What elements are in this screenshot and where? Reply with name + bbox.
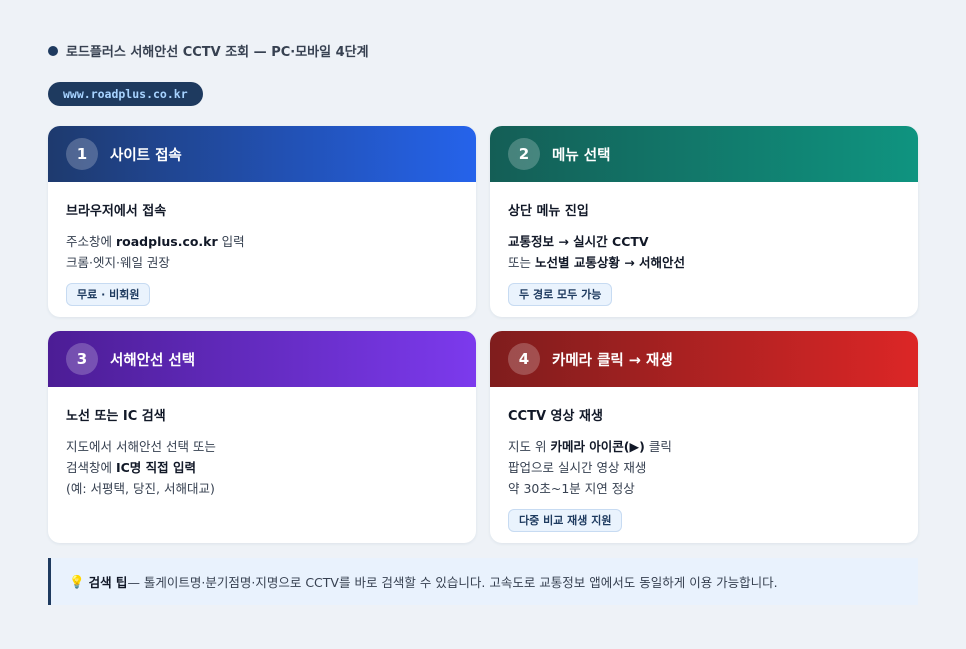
bullet-dot-icon	[48, 45, 58, 56]
step-tag: 무료 · 비회원	[66, 283, 151, 306]
step-subtitle: 상단 메뉴 진입	[508, 204, 589, 219]
step-line: (예: 서평택, 당진, 서해대교)	[66, 481, 215, 496]
tip-text: — 톨게이트명·분기점명·지명으로 CCTV를 바로 검색할 수 있습니다. 고…	[127, 575, 778, 590]
step-subtitle: 브라우저에서 접속	[66, 204, 167, 219]
step-4-header: 4 카메라 클릭 → 재생	[490, 331, 918, 387]
url-text: roadplus.co.kr	[115, 234, 218, 249]
step-line: 크롬·엣지·웨일 권장	[66, 255, 170, 270]
step-title: 카메라 클릭 → 재생	[552, 352, 673, 369]
step-line: 지도 위 카메라 아이콘(▶) 클릭	[508, 439, 672, 454]
step-line: 지도에서 서해안선 선택 또는	[66, 439, 216, 454]
step-subtitle: CCTV 영상 재생	[508, 409, 603, 424]
step-title: 사이트 접속	[110, 147, 182, 164]
step-tag: 두 경로 모두 가능	[508, 283, 613, 306]
step-tag: 다중 비교 재생 지원	[508, 509, 623, 532]
step-number-badge: 4	[508, 343, 540, 375]
step-title: 서해안선 선택	[110, 352, 196, 369]
search-tip: 💡 검색 팁 — 톨게이트명·분기점명·지명으로 CCTV를 바로 검색할 수 …	[48, 558, 918, 605]
step-line: 교통정보 → 실시간 CCTV	[508, 234, 649, 249]
step-card-4: 4 카메라 클릭 → 재생 CCTV 영상 재생 지도 위 카메라 아이콘(▶)…	[490, 331, 918, 543]
step-card-2: 2 메뉴 선택 상단 메뉴 진입 교통정보 → 실시간 CCTV 또는 노선별 …	[490, 126, 918, 317]
step-subtitle: 노선 또는 IC 검색	[66, 409, 166, 424]
step-number-badge: 2	[508, 138, 540, 170]
page-header: 로드플러스 서해안선 CCTV 조회 — PC·모바일 4단계	[48, 41, 369, 60]
step-number-badge: 1	[66, 138, 98, 170]
step-3-header: 3 서해안선 선택	[48, 331, 476, 387]
step-2-header: 2 메뉴 선택	[490, 126, 918, 182]
step-1-header: 1 사이트 접속	[48, 126, 476, 182]
step-line: 주소창에 roadplus.co.kr 입력	[66, 234, 245, 249]
step-number-badge: 3	[66, 343, 98, 375]
page-title: 로드플러스 서해안선 CCTV 조회 — PC·모바일 4단계	[66, 45, 369, 60]
step-line: 약 30초~1분 지연 정상	[508, 481, 635, 496]
tip-label: 검색 팁	[88, 575, 128, 590]
step-line: 검색창에 IC명 직접 입력	[66, 460, 197, 475]
step-line: 팝업으로 실시간 영상 재생	[508, 460, 647, 475]
lightbulb-icon: 💡	[69, 573, 85, 589]
camera-icon: 카메라 아이콘(▶)	[550, 439, 645, 454]
step-title: 메뉴 선택	[552, 147, 611, 164]
url-link[interactable]: www.roadplus.co.kr	[48, 82, 203, 106]
step-card-3: 3 서해안선 선택 노선 또는 IC 검색 지도에서 서해안선 선택 또는 검색…	[48, 331, 476, 543]
step-card-1: 1 사이트 접속 브라우저에서 접속 주소창에 roadplus.co.kr 입…	[48, 126, 476, 317]
step-line: 또는 노선별 교통상황 → 서해안선	[508, 255, 686, 270]
